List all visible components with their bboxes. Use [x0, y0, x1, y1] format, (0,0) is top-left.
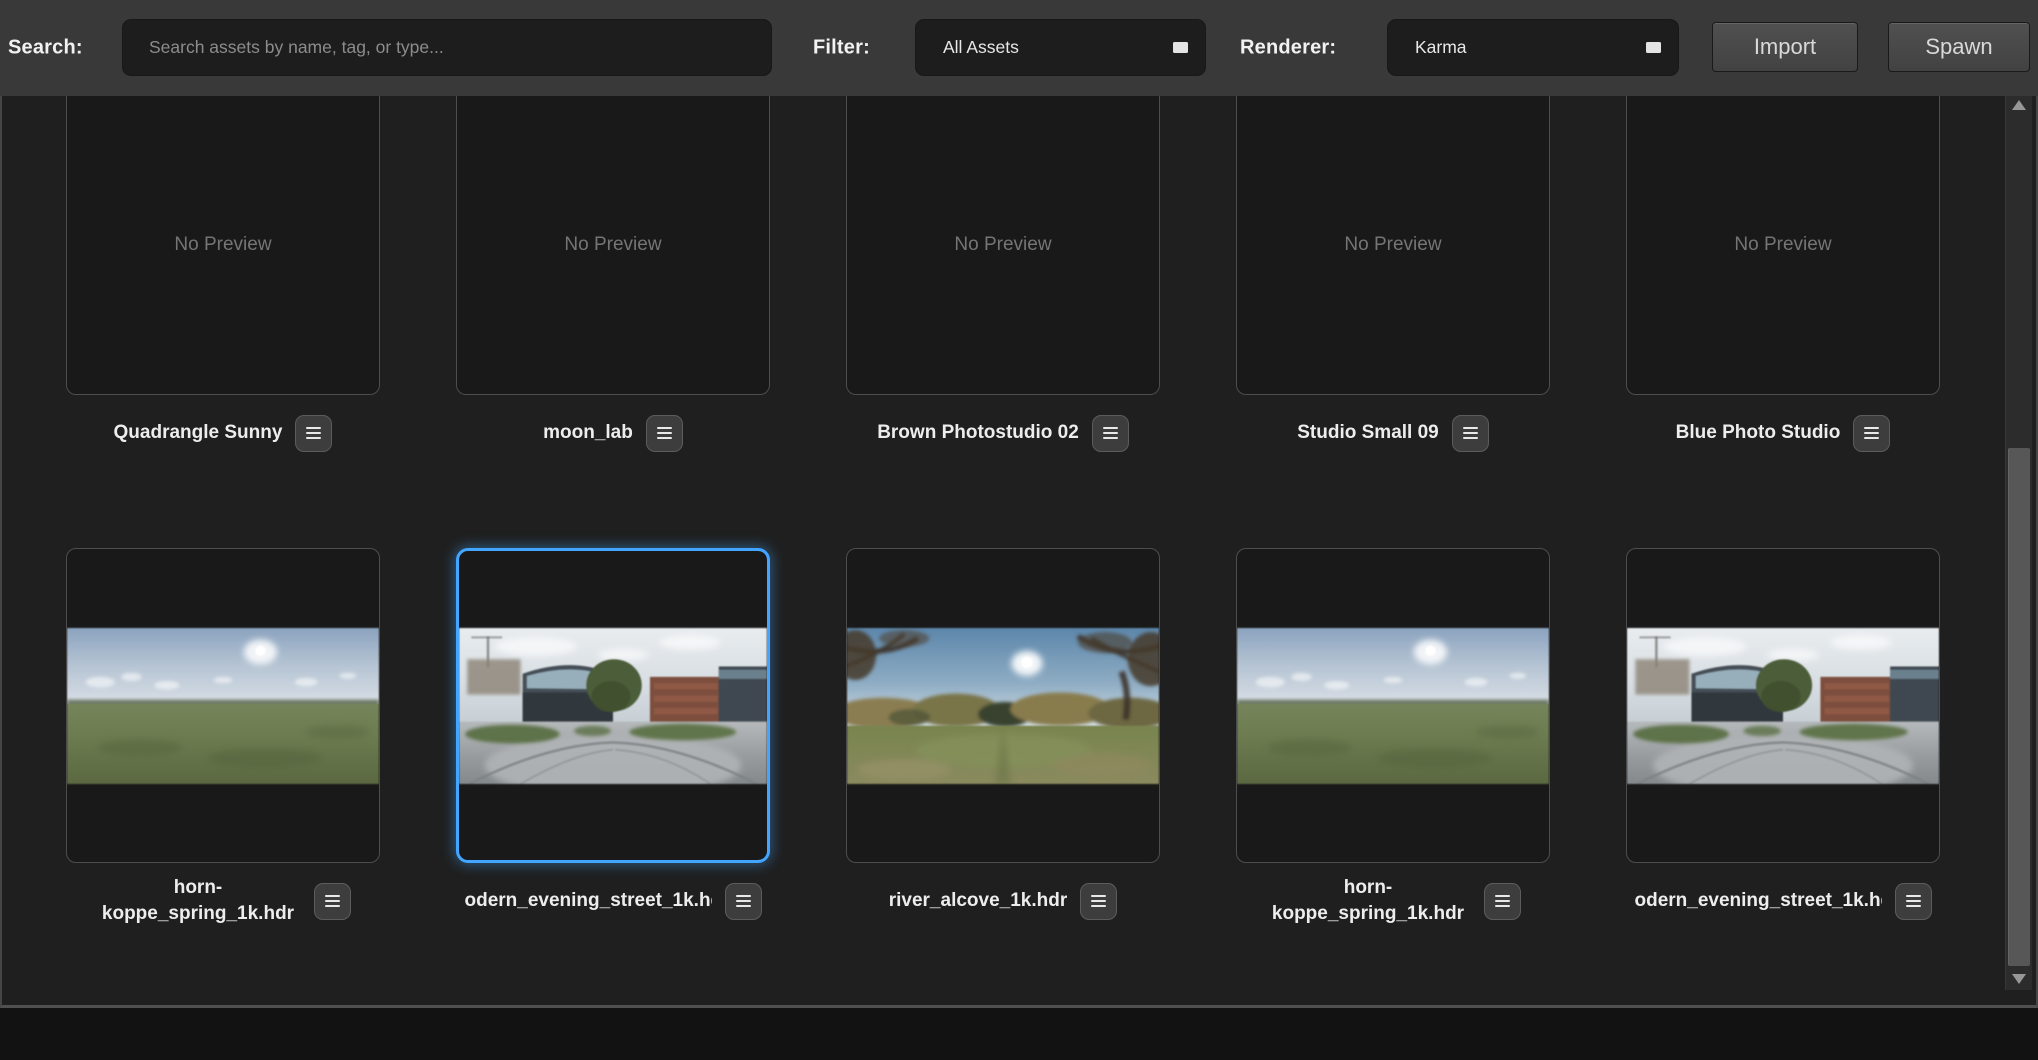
dropdown-indicator-icon [1646, 42, 1661, 53]
no-preview-text: No Preview [1344, 234, 1441, 256]
renderer-value: Karma [1388, 37, 1646, 58]
search-input[interactable] [122, 19, 772, 76]
asset-thumbnail[interactable]: No Preview [846, 96, 1160, 395]
menu-icon [736, 900, 751, 903]
asset-thumbnail[interactable]: No Preview [1626, 96, 1940, 395]
asset-thumbnail[interactable]: No Preview [456, 96, 770, 395]
asset-thumbnail[interactable] [66, 548, 380, 863]
asset-name: horn-koppe_spring_1k.hdr [1266, 875, 1471, 927]
menu-button[interactable] [314, 883, 351, 920]
asset-card: No Preview Studio Small 09 [1236, 96, 1550, 453]
street-panorama-image [459, 628, 767, 784]
no-preview-text: No Preview [1734, 234, 1831, 256]
asset-thumbnail[interactable]: No Preview [66, 96, 380, 395]
menu-icon [1103, 432, 1118, 435]
meadow-panorama-image [1237, 628, 1549, 784]
menu-button[interactable] [295, 415, 332, 452]
menu-button[interactable] [1853, 415, 1890, 452]
asset-name: horn-koppe_spring_1k.hdr [96, 875, 301, 927]
menu-icon [1091, 900, 1106, 903]
menu-icon [1463, 432, 1478, 435]
filter-value: All Assets [916, 37, 1173, 58]
meadow-panorama-image [67, 628, 379, 784]
asset-browser-panel: No Preview Quadrangle Sunny No Preview m… [0, 96, 2038, 1008]
search-label: Search: [8, 37, 83, 60]
menu-icon [1906, 900, 1921, 903]
menu-icon [657, 432, 672, 435]
renderer-label: Renderer: [1240, 37, 1336, 60]
asset-grid-row-1: No Preview Quadrangle Sunny No Preview m… [66, 96, 2036, 453]
menu-icon [325, 900, 340, 903]
asset-card: horn-koppe_spring_1k.hdr [1236, 548, 1550, 921]
menu-button[interactable] [1080, 883, 1117, 920]
bottom-bar [0, 1008, 2038, 1060]
menu-icon [306, 432, 321, 435]
asset-thumbnail[interactable] [456, 548, 770, 863]
scroll-up-icon[interactable] [2012, 100, 2026, 110]
asset-name: Blue Photo Studio [1676, 420, 1841, 446]
menu-button[interactable] [1895, 883, 1932, 920]
river-panorama-image [847, 628, 1159, 784]
asset-thumbnail[interactable] [1236, 548, 1550, 863]
street-panorama-image [1627, 628, 1939, 784]
scrollbar[interactable] [2005, 96, 2032, 990]
asset-card: horn-koppe_spring_1k.hdr [66, 548, 380, 921]
toolbar: Search: Filter: All Assets Renderer: Kar… [0, 0, 2038, 96]
menu-button[interactable] [1484, 883, 1521, 920]
asset-card-selected: odern_evening_street_1k.hd [456, 548, 770, 921]
asset-name: odern_evening_street_1k.hd [465, 888, 712, 914]
asset-name: odern_evening_street_1k.hd [1635, 888, 1882, 914]
asset-grid-row-2: horn-koppe_spring_1k.hdr odern_evening_s… [66, 548, 2036, 921]
asset-card: No Preview Quadrangle Sunny [66, 96, 380, 453]
menu-button[interactable] [646, 415, 683, 452]
dropdown-indicator-icon [1173, 42, 1188, 53]
asset-name: Studio Small 09 [1297, 420, 1438, 446]
menu-icon [1864, 432, 1879, 435]
asset-thumbnail[interactable] [1626, 548, 1940, 863]
no-preview-text: No Preview [564, 234, 661, 256]
asset-card: odern_evening_street_1k.hd [1626, 548, 1940, 921]
filter-label: Filter: [813, 37, 870, 60]
menu-button[interactable] [1092, 415, 1129, 452]
filter-dropdown[interactable]: All Assets [915, 19, 1206, 76]
asset-name: Brown Photostudio 02 [877, 420, 1079, 446]
asset-card: river_alcove_1k.hdr [846, 548, 1160, 921]
import-button[interactable]: Import [1712, 22, 1858, 72]
renderer-dropdown[interactable]: Karma [1387, 19, 1679, 76]
scrollbar-thumb[interactable] [2008, 448, 2030, 966]
asset-name: Quadrangle Sunny [114, 420, 283, 446]
menu-button[interactable] [725, 883, 762, 920]
asset-name: river_alcove_1k.hdr [889, 888, 1068, 914]
asset-card: No Preview Brown Photostudio 02 [846, 96, 1160, 453]
no-preview-text: No Preview [954, 234, 1051, 256]
asset-thumbnail[interactable]: No Preview [1236, 96, 1550, 395]
spawn-button[interactable]: Spawn [1888, 22, 2030, 72]
no-preview-text: No Preview [174, 234, 271, 256]
scroll-down-icon[interactable] [2012, 974, 2026, 984]
asset-name: moon_lab [543, 420, 633, 446]
menu-icon [1495, 900, 1510, 903]
menu-button[interactable] [1452, 415, 1489, 452]
asset-card: No Preview Blue Photo Studio [1626, 96, 1940, 453]
asset-thumbnail[interactable] [846, 548, 1160, 863]
asset-card: No Preview moon_lab [456, 96, 770, 453]
